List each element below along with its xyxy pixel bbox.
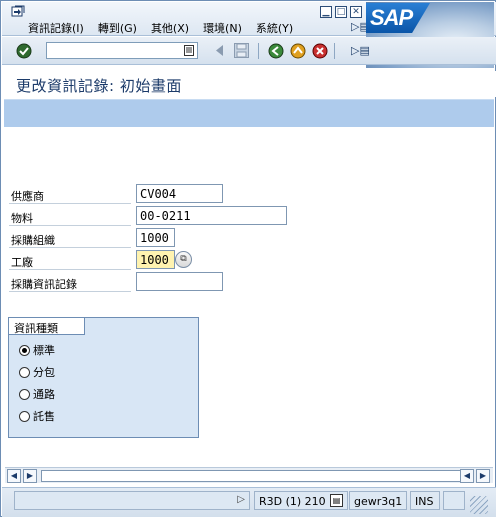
scroll-left-icon[interactable]: ◀ [7,469,21,483]
toolbar-separator [258,43,259,59]
enter-icon[interactable] [16,43,32,59]
command-history-icon[interactable] [184,45,194,56]
window-controls: ▁ □ ✕ [320,6,362,18]
radio-selected-icon[interactable] [19,344,30,356]
menu-item-environment[interactable]: 環境(N) [203,20,242,36]
command-input[interactable] [47,43,177,58]
material-row: 物料 00-0211 [9,206,309,226]
status-bar: ▷ R3D (1) 210 ▤ gewr3q1 INS [2,487,496,517]
radio-unselected-icon[interactable] [19,366,30,378]
radio-subcontracting-label: 分包 [33,366,55,379]
maximize-icon[interactable]: □ [335,6,347,18]
scroll-right-icon[interactable]: ▶ [23,469,37,483]
toolbar-separator [334,43,335,59]
system-info-popup-icon[interactable]: ▤ [330,494,343,507]
info-record-field[interactable] [136,272,223,291]
plant-field[interactable]: 1000 [136,250,175,269]
radio-consignment[interactable]: 託售 [19,408,55,424]
material-label: 物料 [9,206,131,226]
purch-org-label: 採購組織 [9,228,131,248]
scroll-right-end-icon[interactable]: ▶ [476,469,490,483]
page-title: 更改資訊記錄: 初始畫面 [16,77,182,95]
insert-mode-text: INS [415,495,434,508]
system-info-text: R3D (1) 210 [259,495,326,508]
cancel-icon[interactable] [312,43,328,59]
status-extra-field [443,491,465,510]
toolbar-overflow-icon[interactable]: ▷▤ [351,44,370,57]
vendor-label: 供應商 [9,184,131,204]
sap-window: 資訊記錄(I) 轉到(G) 其他(X) 環境(N) 系統(Y) ▁ □ ✕ ▷▤… [0,0,496,517]
scroll-thumb[interactable] [41,470,461,482]
horizontal-scrollbar[interactable]: ◀ ▶ ◀ ▶ [5,467,493,483]
scroll-left-end-icon[interactable]: ◀ [460,469,474,483]
insert-mode[interactable]: INS [410,491,440,510]
radio-unselected-icon[interactable] [19,388,30,400]
application-toolbar [4,99,494,127]
radio-pipeline[interactable]: 通路 [19,386,55,402]
material-field[interactable]: 00-0211 [136,206,287,225]
radio-standard[interactable]: 標準 [19,342,55,358]
command-field[interactable] [46,42,198,59]
plant-label: 工廠 [9,250,131,270]
status-expand-icon[interactable]: ▷ [237,494,245,505]
save-icon[interactable] [234,43,249,58]
purch-org-row: 採購組織 1000 [9,228,309,248]
info-category-group: 資訊種類 標準 分包 通路 託售 [8,317,199,438]
exit-icon[interactable] [290,43,306,59]
search-help-icon[interactable]: ⧉ [175,251,192,268]
menu-item-info-record[interactable]: 資訊記錄(I) [28,20,84,36]
message-area[interactable]: ▷ [14,491,250,510]
radio-pipeline-label: 通路 [33,388,55,401]
menu-item-system[interactable]: 系統(Y) [256,20,293,36]
radio-unselected-icon[interactable] [19,410,30,422]
minimize-icon[interactable]: ▁ [320,6,332,18]
vendor-field[interactable]: CV004 [136,184,223,203]
plant-row: 工廠 1000 ⧉ [9,250,309,270]
resize-grip-icon[interactable] [470,496,488,514]
radio-subcontracting[interactable]: 分包 [19,364,55,380]
radio-standard-label: 標準 [33,344,55,357]
vendor-row: 供應商 CV004 [9,184,309,204]
purch-org-field[interactable]: 1000 [136,228,175,247]
info-record-label: 採購資訊記錄 [9,272,131,292]
radio-consignment-label: 託售 [33,410,55,423]
system-menu-icon[interactable] [11,5,25,17]
sap-logo-text: SAP [370,5,413,30]
close-icon[interactable]: ✕ [350,6,362,18]
back-icon[interactable] [268,43,284,59]
server-name: gewr3q1 [354,495,403,508]
info-record-row: 採購資訊記錄 [9,272,309,292]
server-info: gewr3q1 [349,491,407,510]
menu-items: 資訊記錄(I) 轉到(G) 其他(X) 環境(N) 系統(Y) [28,20,307,36]
menu-item-extras[interactable]: 其他(X) [151,20,189,36]
standard-toolbar: ▷▤ [2,37,496,65]
title-area: 更改資訊記錄: 初始畫面 [2,71,496,97]
menu-item-goto[interactable]: 轉到(G) [98,20,137,36]
back-arrow-icon[interactable] [216,45,224,56]
info-category-title: 資訊種類 [9,318,85,335]
